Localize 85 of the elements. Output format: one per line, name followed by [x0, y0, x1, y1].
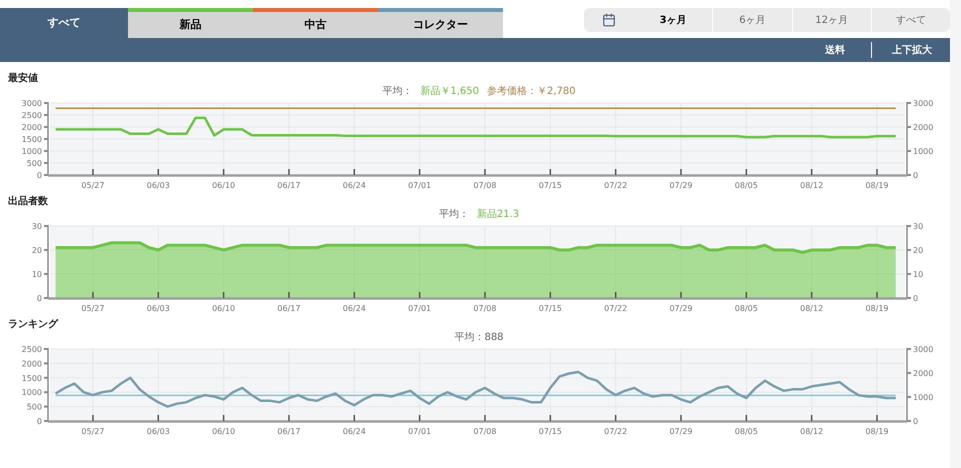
axis-tick-label: 05/27: [81, 427, 104, 436]
axis-tick-label: 0: [913, 417, 918, 426]
axis-tick-label: 08/12: [800, 181, 824, 190]
axis-tick-label: 06/03: [146, 304, 170, 313]
tab[interactable]: 中古: [253, 8, 378, 38]
axis-tick-label: 07/22: [604, 304, 628, 313]
axis-tick-label: 08/05: [734, 427, 758, 436]
axis-tick-label: 10: [32, 270, 42, 279]
axis-tick-label: 06/24: [342, 427, 366, 436]
axis-tick-label: 2000: [22, 123, 42, 132]
axis-tick-label: 07/22: [604, 427, 628, 436]
axis-tick-label: 0: [913, 294, 918, 303]
toolbar-button[interactable]: 送料: [799, 42, 871, 58]
axis-tick-label: 07/08: [473, 181, 496, 190]
axis-tick-label: 07/15: [538, 427, 562, 436]
period-option[interactable]: 6ヶ月: [712, 8, 792, 32]
axis-tick-label: 06/17: [277, 304, 300, 313]
section-title: 最安値: [7, 72, 38, 86]
axis-tick-label: 08/05: [734, 181, 758, 190]
axis-tick-label: 06/17: [277, 427, 300, 436]
axis-tick-label: 08/12: [800, 427, 824, 436]
axis-tick-label: 06/10: [212, 181, 236, 190]
axis-tick-label: 07/22: [604, 181, 628, 190]
toolbar-button[interactable]: 上下拡大: [871, 42, 950, 58]
period-option[interactable]: 12ヶ月: [792, 8, 871, 32]
period-option[interactable]: 3ヶ月: [634, 8, 712, 32]
axis-tick-label: 06/17: [277, 181, 300, 190]
section-title: 出品者数: [7, 195, 48, 209]
axis-tick-label: 0: [913, 171, 918, 180]
axis-tick-label: 2500: [22, 111, 42, 120]
axis-tick-label: 500: [26, 159, 42, 168]
axis-tick-label: 10: [913, 270, 924, 279]
axis-tick-label: 06/10: [212, 427, 236, 436]
axis-tick-label: 2000: [913, 123, 934, 132]
axis-tick-label: 08/05: [734, 304, 758, 313]
axis-tick-label: 1000: [913, 147, 934, 156]
axis-tick-label: 07/15: [538, 304, 562, 313]
axis-tick-label: 07/08: [473, 304, 496, 313]
axis-tick-label: 07/01: [408, 304, 432, 313]
axis-tick-label: 08/19: [865, 181, 889, 190]
axis-tick-label: 07/01: [408, 181, 432, 190]
axis-tick-label: 3000: [22, 99, 42, 108]
axis-tick-label: 07/01: [408, 427, 432, 436]
axis-tick-label: 06/10: [212, 304, 236, 313]
axis-tick-label: 07/29: [669, 181, 693, 190]
axis-tick-label: 2000: [22, 359, 42, 368]
axis-tick-label: 1500: [22, 135, 42, 144]
axis-tick-label: 08/19: [865, 304, 889, 313]
axis-tick-label: 500: [26, 402, 42, 412]
axis-tick-label: 2500: [22, 345, 42, 354]
axis-tick-label: 2000: [913, 369, 934, 378]
axis-tick-label: 06/03: [146, 427, 170, 436]
axis-tick-label: 0: [36, 171, 42, 180]
axis-tick-label: 0: [36, 417, 42, 426]
period-option[interactable]: すべて: [870, 8, 950, 32]
axis-tick-label: 20: [32, 246, 42, 255]
average-text: 平均：888: [454, 332, 505, 344]
axis-tick-label: 05/27: [81, 181, 104, 190]
axis-tick-label: 3000: [913, 99, 934, 108]
axis-tick-label: 20: [913, 246, 924, 255]
axis-tick-label: 30: [913, 222, 924, 231]
axis-tick-label: 1000: [22, 388, 42, 398]
axis-tick-label: 30: [32, 222, 42, 231]
calendar-icon: [602, 13, 616, 27]
axis-tick-label: 06/24: [342, 304, 366, 313]
axis-tick-label: 07/29: [669, 427, 693, 436]
average-text: 平均： 新品21.3: [438, 209, 520, 221]
axis-tick-label: 0: [36, 294, 42, 303]
tab[interactable]: すべて: [0, 8, 128, 38]
axis-tick-label: 07/15: [538, 181, 562, 190]
tab[interactable]: コレクター: [378, 8, 503, 38]
axis-tick-label: 05/27: [81, 304, 104, 313]
axis-tick-label: 06/24: [342, 181, 366, 190]
axis-tick-label: 08/12: [800, 304, 824, 313]
average-text: 平均： 新品￥1,650 参考価格：￥2,780: [382, 86, 577, 98]
axis-tick-label: 08/19: [865, 427, 889, 436]
axis-tick-label: 06/03: [146, 181, 170, 190]
axis-tick-label: 07/08: [473, 427, 496, 436]
axis-tick-label: 07/29: [669, 304, 693, 313]
section-title: ランキング: [7, 318, 58, 332]
axis-tick-label: 3000: [913, 345, 934, 354]
axis-tick-label: 1000: [913, 393, 934, 402]
axis-tick-label: 1500: [22, 374, 42, 383]
axis-tick-label: 1000: [22, 147, 42, 156]
tab[interactable]: 新品: [128, 8, 253, 38]
